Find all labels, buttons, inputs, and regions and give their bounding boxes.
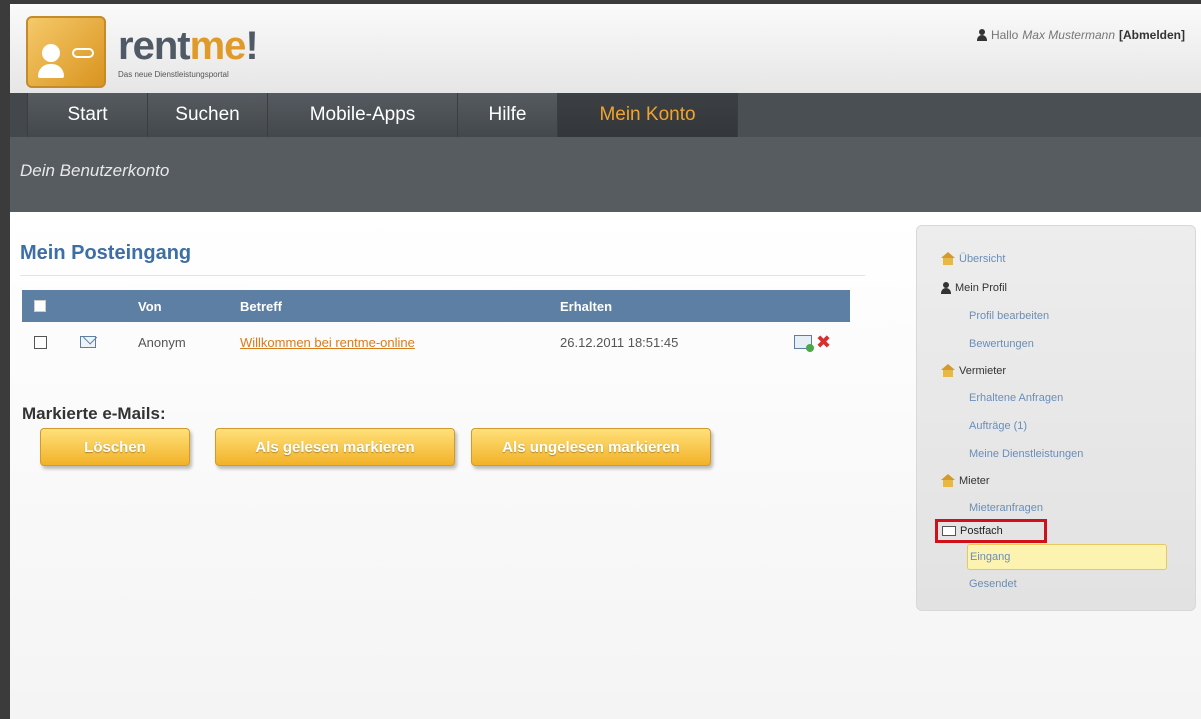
- sidebar-section-mailbox[interactable]: Postfach: [935, 519, 1047, 543]
- nav-item-mobile-apps[interactable]: Mobile-Apps: [268, 93, 458, 137]
- delete-icon[interactable]: ✖: [816, 333, 831, 351]
- main-content: Mein Posteingang Von Betreff Erhalten An…: [10, 212, 1201, 719]
- home-icon: [941, 252, 955, 265]
- nav-spacer: [10, 93, 28, 137]
- row-actions: ✖: [794, 333, 831, 352]
- column-header-von[interactable]: Von: [138, 299, 162, 314]
- select-all-checkbox[interactable]: [34, 300, 46, 312]
- main-nav: Start Suchen Mobile-Apps Hilfe Mein Kont…: [10, 93, 1201, 137]
- sidebar-item-orders[interactable]: Aufträge (1): [969, 420, 1027, 432]
- sidebar-tenant-label: Mieter: [959, 474, 990, 487]
- marked-emails-label: Markierte e-Mails:: [22, 404, 166, 423]
- nav-item-hilfe[interactable]: Hilfe: [458, 93, 558, 137]
- table-header: Von Betreff Erhalten: [22, 290, 850, 322]
- logo-icon: [26, 16, 106, 88]
- row-checkbox[interactable]: [34, 335, 47, 349]
- open-envelope-icon: [80, 336, 96, 348]
- user-icon: [976, 29, 987, 41]
- sidebar-item-edit-profile[interactable]: Profil bearbeiten: [969, 310, 1049, 322]
- mail-icon: [942, 526, 956, 536]
- sidebar-item-received-requests[interactable]: Erhaltene Anfragen: [969, 392, 1063, 404]
- sidebar-item-inbox[interactable]: Eingang: [967, 544, 1167, 570]
- mark-read-button[interactable]: Als gelesen markieren: [215, 428, 455, 466]
- greeting-text: Hallo: [990, 28, 1019, 42]
- mail-subject-link[interactable]: Willkommen bei rentme-online: [240, 335, 415, 350]
- nav-item-suchen[interactable]: Suchen: [148, 93, 268, 137]
- sidebar-mailbox-label: Postfach: [960, 525, 1003, 537]
- sidebar-overview-label: Übersicht: [959, 252, 1006, 265]
- person-icon: [941, 282, 951, 294]
- sidebar-item-overview[interactable]: Übersicht: [941, 252, 1005, 265]
- page-subtitle: Dein Benutzerkonto: [10, 137, 1201, 212]
- sidebar-landlord-label: Vermieter: [959, 364, 1007, 377]
- nav-item-mein-konto[interactable]: Mein Konto: [558, 93, 738, 137]
- sidebar-item-tenant-requests[interactable]: Mieteranfragen: [969, 502, 1043, 514]
- page-header: rentme! Das neue Dienstleistungsportal H…: [10, 4, 1201, 93]
- sidebar-section-profile: Mein Profil: [941, 282, 1007, 294]
- nav-item-start[interactable]: Start: [28, 93, 148, 137]
- sidebar-profile-label: Mein Profil: [955, 282, 1007, 294]
- logo[interactable]: rentme! Das neue Dienstleistungsportal: [26, 14, 286, 90]
- mail-sender: Anonym: [138, 334, 186, 350]
- sidebar-item-sent[interactable]: Gesendet: [969, 578, 1017, 590]
- sidebar-item-ratings[interactable]: Bewertungen: [969, 338, 1034, 350]
- mark-unread-button[interactable]: Als ungelesen markieren: [471, 428, 711, 466]
- table-row: Anonym Willkommen bei rentme-online 26.1…: [22, 322, 850, 362]
- home-icon: [941, 474, 955, 487]
- sidebar-section-tenant: Mieter: [941, 474, 990, 487]
- page-title: Mein Posteingang: [20, 242, 192, 264]
- view-mail-icon[interactable]: [794, 335, 814, 352]
- logo-subtitle: Das neue Dienstleistungsportal: [118, 69, 229, 79]
- column-header-betreff[interactable]: Betreff: [240, 299, 282, 314]
- mail-table: Von Betreff Erhalten Anonym Willkommen b…: [22, 290, 850, 362]
- account-sidebar: Übersicht Mein Profil Profil bearbeiten …: [916, 225, 1196, 611]
- user-name: Max Mustermann: [1022, 28, 1115, 42]
- delete-button[interactable]: Löschen: [40, 428, 190, 466]
- title-divider: [20, 275, 865, 276]
- home-icon: [941, 364, 955, 377]
- mail-received-date: 26.12.2011 18:51:45: [560, 334, 679, 350]
- column-header-erhalten[interactable]: Erhalten: [560, 299, 612, 314]
- logout-link[interactable]: [Abmelden]: [1119, 28, 1185, 42]
- user-area: Hallo Max Mustermann [Abmelden]: [976, 28, 1185, 42]
- sidebar-item-my-services[interactable]: Meine Dienstleistungen: [969, 448, 1083, 460]
- logo-title: rentme!: [118, 23, 259, 68]
- sidebar-section-landlord: Vermieter: [941, 364, 1006, 377]
